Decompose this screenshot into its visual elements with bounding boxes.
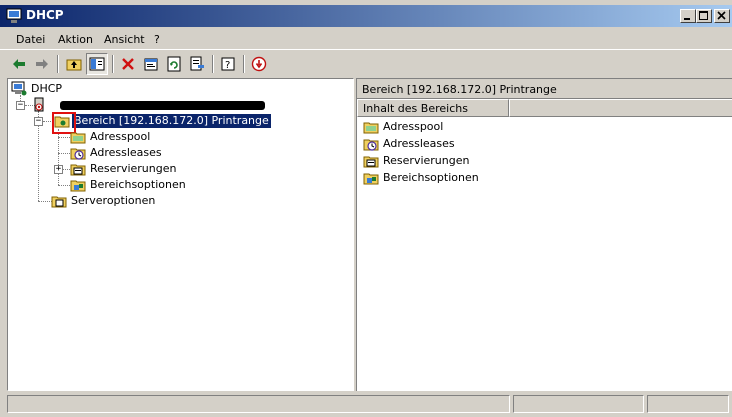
tree-node-dhcp[interactable]: DHCP [11, 81, 64, 97]
scope-options-icon [70, 180, 86, 192]
back-button[interactable] [8, 53, 30, 75]
dhcp-app-icon [6, 8, 22, 24]
menu-aktion[interactable]: Aktion [58, 33, 93, 46]
status-cell-3 [647, 395, 729, 413]
status-bar [0, 392, 732, 417]
details-header: Bereich [192.168.172.0] Printrange [357, 79, 732, 99]
details-pane[interactable]: Bereich [192.168.172.0] Printrange Inhal… [356, 78, 732, 391]
forward-icon [36, 59, 48, 69]
export-icon [190, 56, 204, 71]
tree-node-adressleases[interactable]: Adressleases [70, 145, 164, 161]
tree-line [38, 201, 52, 202]
tree-line [58, 137, 70, 138]
server-icon [34, 97, 44, 112]
address-leases-icon [70, 148, 86, 160]
scope-collapse-toggle[interactable]: − [34, 117, 43, 126]
refresh-button[interactable] [163, 53, 185, 75]
refresh-icon [167, 56, 181, 72]
tree-node-reservierungen[interactable]: Reservierungen [70, 161, 178, 177]
properties-button[interactable] [140, 53, 162, 75]
forward-button[interactable] [31, 53, 53, 75]
toolbar-separator [57, 55, 59, 73]
tree-node-scope[interactable]: Bereich [192.168.172.0] Printrange [54, 113, 271, 129]
address-pool-icon [70, 132, 86, 144]
menu-bar: Datei Aktion Ansicht ? [0, 28, 732, 50]
stop-service-button[interactable] [248, 53, 270, 75]
reservations-expand-toggle[interactable]: + [54, 165, 63, 174]
export-list-button[interactable] [186, 53, 208, 75]
list-item-bereichsoptionen[interactable]: Bereichsoptionen [363, 170, 481, 186]
toolbar-separator [243, 55, 245, 73]
up-folder-icon [66, 59, 82, 71]
back-icon [13, 59, 25, 69]
tree-node-server[interactable] [31, 97, 53, 113]
column-header-empty[interactable] [509, 99, 732, 117]
stop-icon [251, 56, 267, 72]
reservations-icon [363, 156, 379, 168]
toolbar: ? [0, 52, 732, 76]
status-cell-2 [513, 395, 644, 413]
help-button[interactable]: ? [217, 53, 239, 75]
tree-node-bereichsoptionen[interactable]: Bereichsoptionen [70, 177, 188, 193]
tree-node-serveroptionen[interactable]: Serveroptionen [51, 193, 157, 209]
properties-icon [144, 58, 158, 71]
address-pool-icon [363, 122, 379, 134]
scope-options-icon [363, 173, 379, 185]
dhcp-window: DHCP Datei Aktion Ansicht ? ? DHCP − − B… [0, 0, 732, 417]
up-folder-button[interactable] [63, 53, 85, 75]
toolbar-separator [212, 55, 214, 73]
redacted-server-name [60, 101, 265, 110]
show-tree-button[interactable] [86, 53, 108, 75]
toolbar-separator [112, 55, 114, 73]
title-bar[interactable]: DHCP [0, 5, 732, 27]
tree-line [63, 169, 70, 170]
address-leases-icon [363, 139, 379, 151]
list-item-reservierungen[interactable]: Reservierungen [363, 153, 471, 169]
tree-node-adresspool[interactable]: Adresspool [70, 129, 152, 145]
tree-line [58, 185, 70, 186]
minimize-button[interactable] [680, 9, 696, 23]
help-icon: ? [221, 57, 235, 71]
window-title: DHCP [26, 8, 64, 22]
list-item-adresspool[interactable]: Adresspool [363, 119, 445, 135]
tree-pane[interactable]: DHCP − − Bereich [192.168.172.0] Printra… [7, 78, 354, 391]
show-tree-icon [89, 57, 105, 71]
delete-button[interactable] [117, 53, 139, 75]
menu-datei[interactable]: Datei [16, 33, 45, 46]
close-button[interactable] [714, 9, 730, 23]
menu-ansicht[interactable]: Ansicht [104, 33, 145, 46]
server-collapse-toggle[interactable]: − [16, 101, 25, 110]
server-options-icon [51, 196, 67, 208]
status-cell-main [7, 395, 510, 413]
reservations-icon [70, 164, 86, 176]
menu-help[interactable]: ? [154, 33, 160, 46]
tree-line [58, 153, 70, 154]
column-header-inhalt[interactable]: Inhalt des Bereichs [357, 99, 509, 117]
maximize-button[interactable] [696, 9, 712, 23]
dhcp-icon [11, 81, 27, 96]
delete-icon [122, 58, 134, 70]
list-item-adressleases[interactable]: Adressleases [363, 136, 457, 152]
svg-text:?: ? [225, 60, 230, 71]
